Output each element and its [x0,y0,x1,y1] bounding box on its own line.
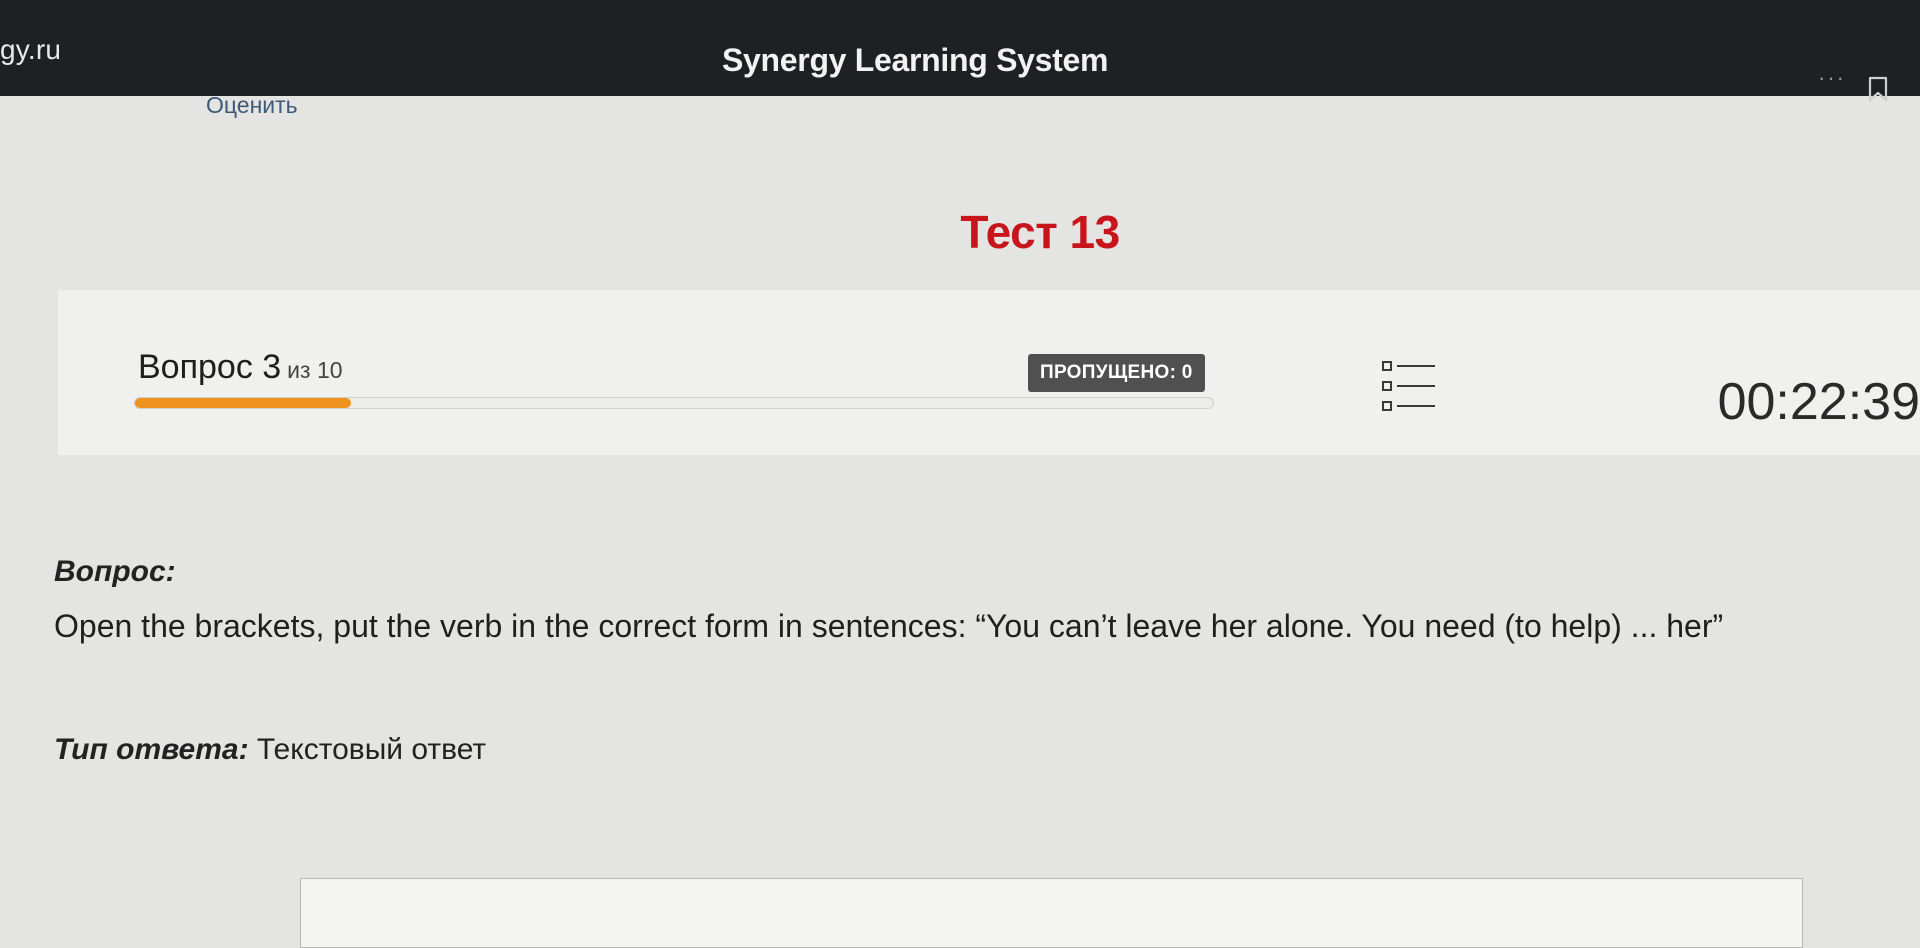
test-status-panel: Вопрос 3 из 10 ПРОПУЩЕНО: 0 00:22:39 [58,290,1920,455]
answer-input[interactable] [300,878,1803,948]
question-list-icon[interactable] [1381,358,1437,423]
test-timer: 00:22:39 [1717,373,1920,431]
question-label: Вопрос: [54,555,176,588]
page-tab-title: Synergy Learning System [722,42,1109,78]
answer-type-value: Текстовый ответ [248,733,487,766]
browser-top-bar: gy.ru Synergy Learning System ··· [0,0,1920,102]
page-title: Тест 13 [960,206,1120,258]
answer-type-label: Тип ответа: [54,733,249,766]
question-counter: Вопрос 3 из 10 [138,348,343,387]
address-bar-url[interactable]: gy.ru [0,34,61,66]
bookmark-icon[interactable] [1868,76,1888,107]
more-dots-icon[interactable]: ··· [1818,67,1846,89]
progress-fill [135,398,351,408]
skipped-badge[interactable]: ПРОПУЩЕНО: 0 [1028,354,1205,392]
question-number: Вопрос 3 [138,348,282,386]
rate-link[interactable]: Оценить [206,92,298,119]
question-text: Open the brackets, put the verb in the c… [54,608,1724,644]
progress-bar [134,397,1214,409]
question-total: из 10 [287,357,343,383]
answer-type: Тип ответа: Текстовый ответ [54,733,486,767]
